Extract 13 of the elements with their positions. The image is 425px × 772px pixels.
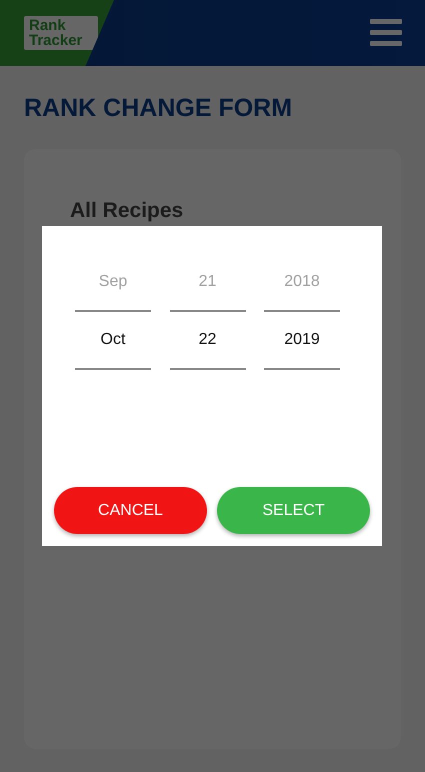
- logo-text: Tracker: [29, 33, 84, 48]
- page-title: RANK CHANGE FORM: [24, 94, 294, 123]
- picker-option[interactable]: Sep: [75, 254, 151, 312]
- card-heading: All Recipes: [70, 199, 184, 223]
- select-button[interactable]: SELECT: [217, 487, 370, 534]
- picker-option[interactable]: Oct: [75, 312, 151, 370]
- picker-option[interactable]: 21: [170, 254, 246, 312]
- picker-option[interactable]: 2019: [264, 312, 340, 370]
- picker-option[interactable]: 2018: [264, 254, 340, 312]
- picker-option[interactable]: 22: [170, 312, 246, 370]
- logo-text: Rank: [29, 18, 67, 33]
- cancel-button[interactable]: CANCEL: [54, 487, 207, 534]
- menu-icon[interactable]: [370, 19, 402, 47]
